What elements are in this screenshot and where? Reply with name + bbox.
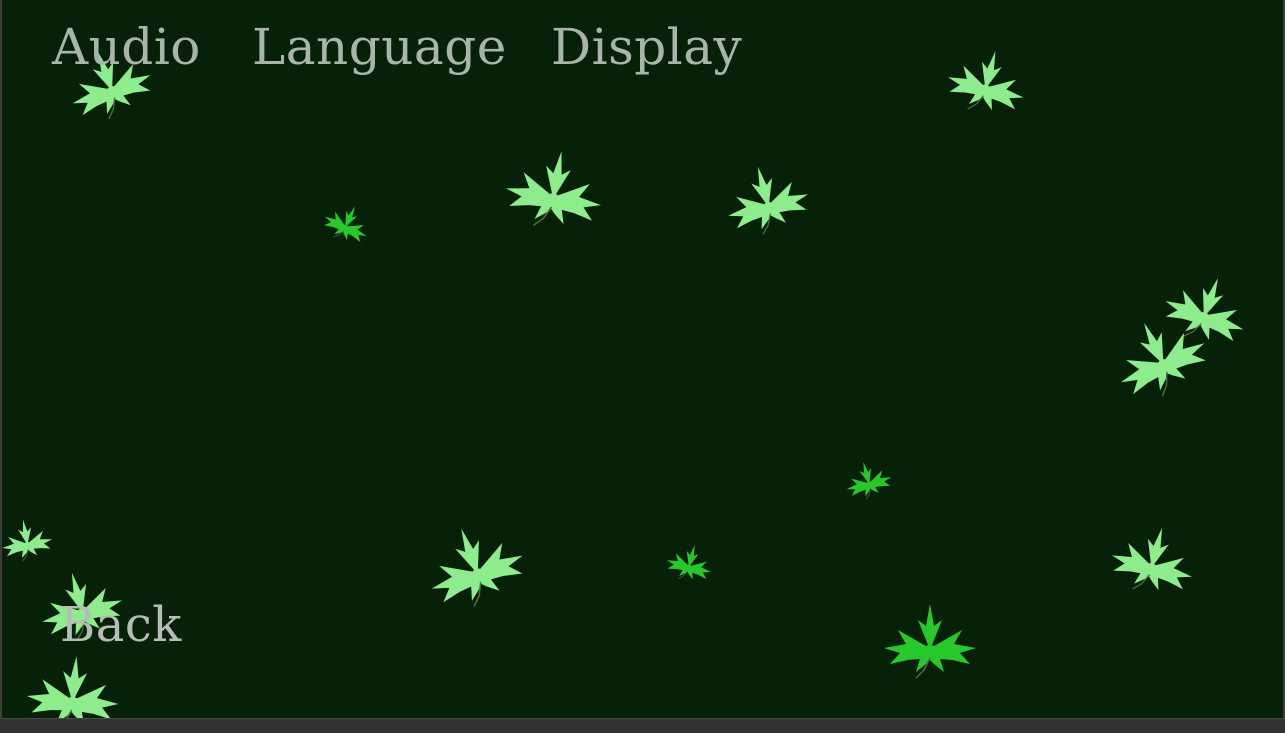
maple-leaf-icon bbox=[1155, 263, 1258, 356]
maple-leaf-icon bbox=[662, 538, 718, 587]
game-window: Audio Language Display Back bbox=[2, 0, 1283, 718]
maple-leaf-icon bbox=[415, 511, 535, 620]
maple-leaf-icon bbox=[1104, 516, 1203, 604]
status-bar bbox=[0, 718, 1285, 733]
maple-leaf-icon bbox=[499, 142, 610, 237]
falling-leaves-layer bbox=[2, 37, 1258, 718]
maple-leaf-icon bbox=[23, 651, 124, 718]
tab-audio[interactable]: Audio bbox=[52, 22, 201, 72]
maple-leaf-icon bbox=[717, 155, 816, 243]
tab-language[interactable]: Language bbox=[252, 22, 507, 72]
maple-leaf-icon bbox=[940, 40, 1034, 123]
maple-leaf-icon bbox=[318, 196, 377, 251]
maple-leaf-icon bbox=[840, 455, 896, 504]
maple-leaf-icon bbox=[2, 515, 56, 565]
tab-display[interactable]: Display bbox=[551, 22, 742, 72]
maple-leaf-icon bbox=[883, 603, 977, 679]
back-button[interactable]: Back bbox=[60, 601, 182, 649]
